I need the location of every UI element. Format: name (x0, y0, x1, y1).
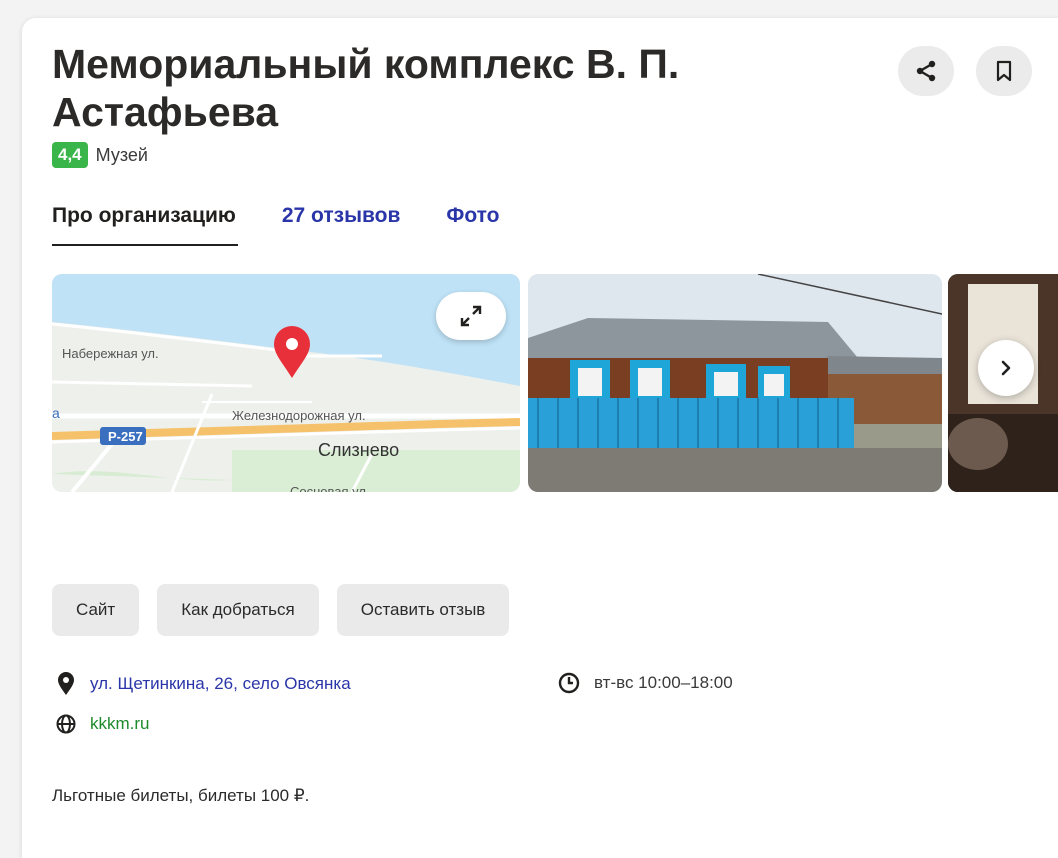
globe-icon (56, 714, 76, 734)
action-buttons: Сайт Как добраться Оставить отзыв (52, 584, 510, 636)
street-label-3: Сосновая ул. (290, 484, 370, 492)
street-label-1: Набережная ул. (62, 346, 159, 361)
category-label: Музей (95, 144, 148, 165)
photo-house[interactable] (528, 274, 942, 492)
clock-icon (558, 672, 580, 694)
bookmark-button[interactable] (976, 46, 1032, 96)
organization-card: Мемориальный комплекс В. П. Астафьева 4,… (22, 18, 1058, 858)
website-button[interactable]: Сайт (52, 584, 140, 636)
website-row: kkkm.ru (56, 714, 150, 734)
road-label: Р-257 (108, 429, 143, 444)
map-preview[interactable]: Р-257 Набережная ул. Железнодорожная ул.… (52, 274, 520, 492)
expand-icon (460, 305, 482, 327)
street-label-2: Железнодорожная ул. (232, 408, 366, 423)
website-link[interactable]: kkkm.ru (90, 714, 150, 734)
rating-row: 4,4 Музей (52, 142, 148, 168)
house-image (528, 274, 942, 492)
share-button[interactable] (898, 46, 954, 96)
expand-map-button[interactable] (436, 292, 506, 340)
chevron-right-icon (1001, 360, 1011, 376)
bookmark-icon (996, 60, 1012, 82)
tab-reviews[interactable]: 27 отзывов (282, 204, 401, 246)
directions-button[interactable]: Как добраться (157, 584, 319, 636)
page-title: Мемориальный комплекс В. П. Астафьева (52, 41, 680, 135)
leave-review-button[interactable]: Оставить отзыв (336, 584, 510, 636)
address-link[interactable]: ул. Щетинкина, 26, село Овсянка (90, 674, 351, 694)
hours-row: вт-вс 10:00–18:00 (558, 672, 733, 694)
address-row: ул. Щетинкина, 26, село Овсянка (56, 672, 351, 696)
hours-text: вт-вс 10:00–18:00 (594, 673, 733, 692)
village-label: Слизнево (318, 440, 399, 460)
share-icon (916, 60, 936, 82)
ticket-note: Льготные билеты, билеты 100 ₽. (52, 786, 310, 805)
tab-photos[interactable]: Фото (446, 204, 499, 246)
media-gallery: Р-257 Набережная ул. Железнодорожная ул.… (52, 274, 1058, 492)
tab-bar: Про организацию 27 отзывов Фото (52, 204, 545, 246)
edge-label: а (52, 405, 60, 421)
location-pin-icon (58, 672, 74, 695)
rating-badge: 4,4 (52, 142, 88, 168)
tab-about[interactable]: Про организацию (52, 204, 238, 246)
gallery-next-button[interactable] (978, 340, 1034, 396)
